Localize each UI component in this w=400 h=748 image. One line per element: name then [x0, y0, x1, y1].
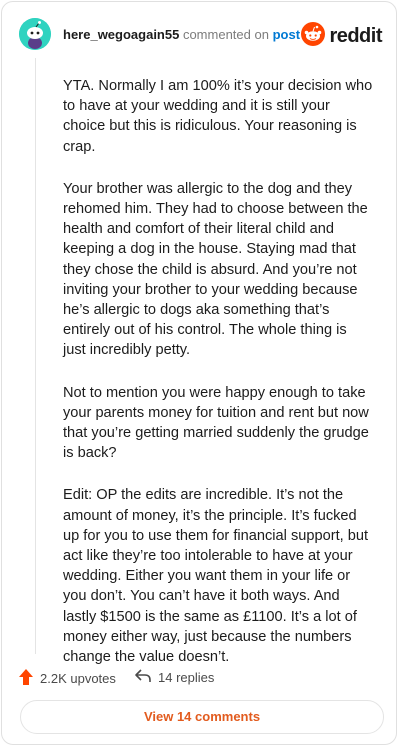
upvote-button[interactable]: 2.2K upvotes	[18, 668, 116, 689]
commented-on-text: commented on	[182, 27, 269, 42]
comment-header: here_wegoagain55 commented on post reddi…	[2, 2, 396, 66]
reply-count: 14 replies	[158, 670, 215, 685]
thread-line[interactable]	[35, 58, 36, 654]
view-comments-button[interactable]: View 14 comments	[20, 700, 384, 734]
comment-paragraph: YTA. Normally I am 100% it’s your decisi…	[63, 78, 373, 155]
comment-body: YTA. Normally I am 100% it’s your decisi…	[63, 76, 373, 689]
snoo-avatar-icon[interactable]	[19, 18, 51, 50]
comment-meta: here_wegoagain55 commented on post	[63, 27, 300, 42]
reddit-logo-icon	[301, 22, 326, 51]
reddit-brand[interactable]: reddit	[301, 22, 382, 51]
replies-button[interactable]: 14 replies	[134, 668, 214, 687]
reddit-wordmark: reddit	[329, 25, 382, 47]
comment-paragraph: Your brother was allergic to the dog and…	[63, 180, 368, 359]
reply-arrow-icon	[134, 668, 152, 687]
upvote-count: 2.2K upvotes	[40, 671, 116, 686]
upvote-arrow-icon	[18, 668, 34, 689]
comment-paragraph: Not to mention you were happy enough to …	[63, 384, 369, 462]
comment-paragraph: Edit: OP the edits are incredible. It’s …	[63, 487, 369, 666]
post-link[interactable]: post	[273, 27, 300, 42]
comment-footer: 2.2K upvotes 14 replies	[2, 664, 396, 692]
username-link[interactable]: here_wegoagain55	[63, 27, 179, 42]
comment-card: here_wegoagain55 commented on post reddi…	[1, 1, 397, 745]
